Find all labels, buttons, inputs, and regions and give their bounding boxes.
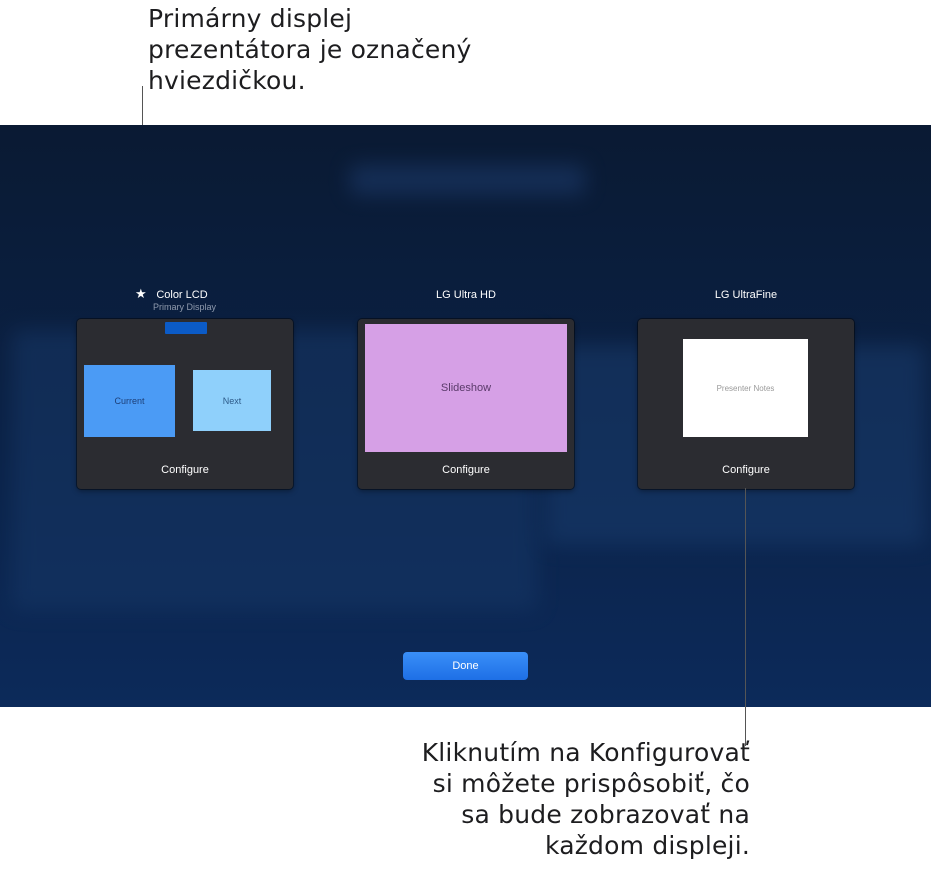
configure-button[interactable]: Configure xyxy=(638,464,854,476)
configure-button[interactable]: Configure xyxy=(77,464,293,476)
display-card-lg-ultrafine[interactable]: Presenter Notes Configure xyxy=(638,319,854,489)
thumbnail-top-bar xyxy=(165,322,207,334)
display-name: LG Ultra HD xyxy=(436,289,496,301)
blurred-background-title xyxy=(350,165,585,195)
configure-button[interactable]: Configure xyxy=(358,464,574,476)
callout-leader-line-bottom xyxy=(745,488,746,746)
display-name: Color LCD xyxy=(156,289,208,301)
callout-configure: Kliknutím na Konfigurovať si môžete pris… xyxy=(421,738,750,860)
primary-display-label: Primary Display xyxy=(153,302,217,312)
callout-primary-display: Primárny displej prezentátora je označen… xyxy=(148,4,472,95)
current-slide-preview: Current xyxy=(84,365,175,437)
presenter-notes-preview: Presenter Notes xyxy=(683,339,808,437)
slideshow-preview: Slideshow xyxy=(365,324,567,452)
display-arrangement-screen: ★ Color LCD Primary Display Current Next… xyxy=(0,125,931,707)
display-card-lg-ultra-hd[interactable]: Slideshow Configure xyxy=(358,319,574,489)
done-button[interactable]: Done xyxy=(403,652,528,680)
next-slide-preview: Next xyxy=(193,370,271,431)
display-name: LG UltraFine xyxy=(714,289,778,301)
display-card-color-lcd[interactable]: Current Next Configure xyxy=(77,319,293,489)
